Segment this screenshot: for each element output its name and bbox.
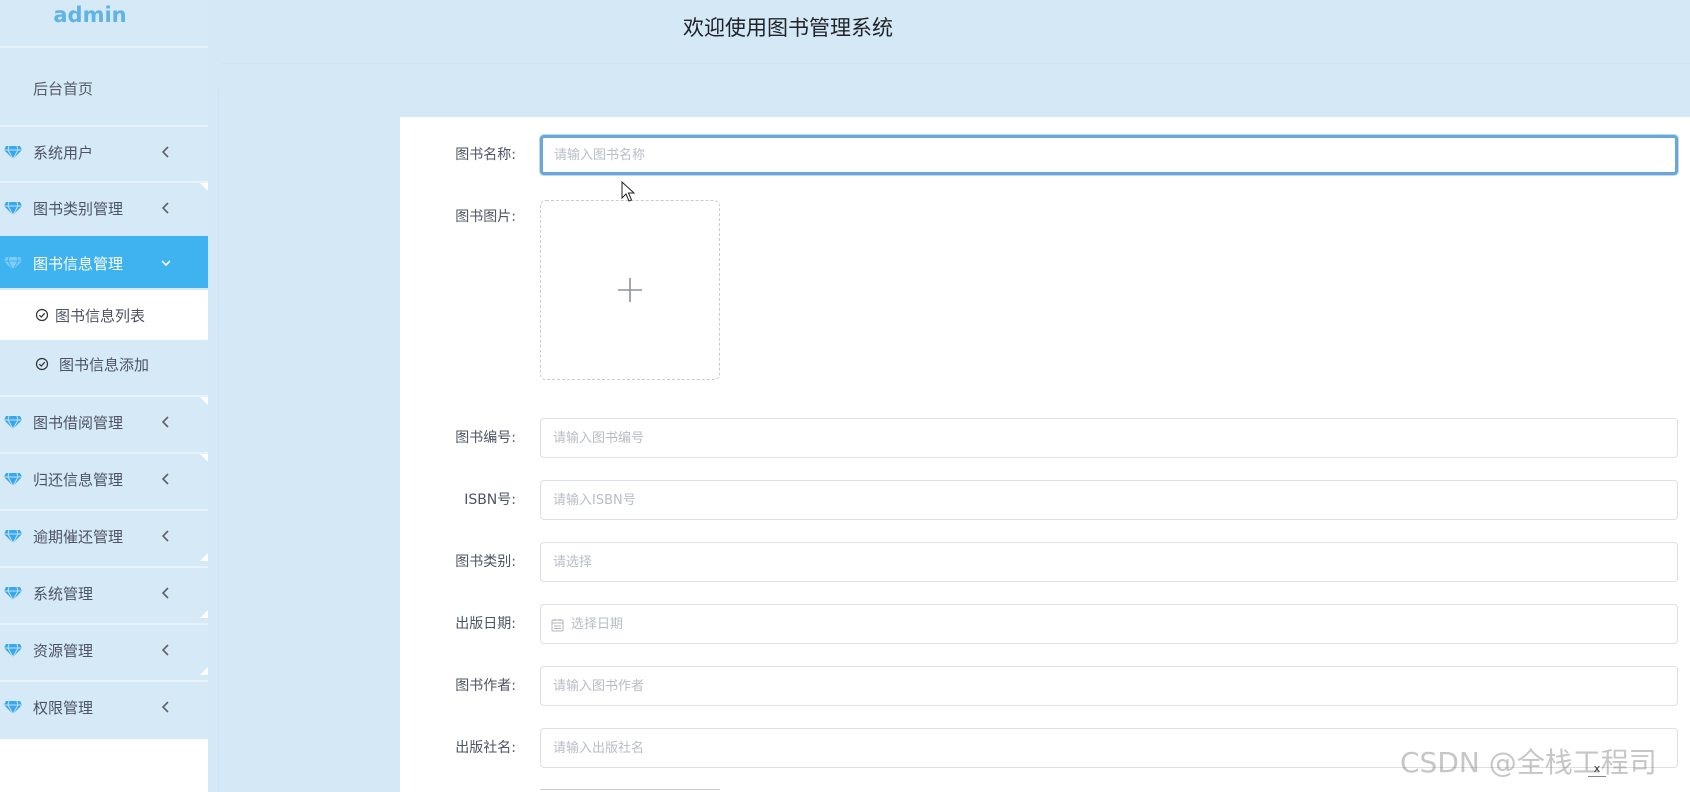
gem-icon [4, 529, 22, 543]
chevron-left-icon [160, 643, 172, 657]
book-name-label: 图书名称: [455, 147, 516, 163]
isbn-input[interactable] [540, 480, 1678, 520]
book-category-select[interactable] [540, 542, 1678, 582]
header-divider [222, 63, 1690, 64]
sidebar-item-label: 系统管理 [33, 584, 94, 603]
sidebar-item-system-users[interactable]: 系统用户 [0, 125, 208, 177]
gem-icon [4, 415, 22, 429]
chevron-left-icon [160, 586, 172, 600]
sidebar-subitem-book-add[interactable]: 图书信息添加 [0, 339, 208, 389]
sidebar-subitem-label: 图书信息添加 [59, 355, 150, 374]
chevron-left-icon [160, 700, 172, 714]
check-circle-icon [35, 357, 49, 371]
form-row-date: 出版日期: [400, 604, 1690, 644]
menu-corner-decoration [200, 183, 208, 191]
sidebar-item-book-category[interactable]: 图书类别管理 [0, 181, 208, 233]
book-author-input[interactable] [540, 666, 1678, 706]
sidebar-item-return[interactable]: 归还信息管理 [0, 452, 208, 504]
sidebar-subitem-label: 图书信息列表 [55, 306, 146, 325]
sidebar-item-book-info[interactable]: 图书信息管理 [0, 236, 208, 288]
gem-icon [4, 201, 22, 215]
menu-corner-decoration [200, 667, 208, 675]
form-row-category: 图书类别: [400, 542, 1690, 582]
sidebar-item-label: 资源管理 [33, 641, 94, 660]
plus-icon [618, 278, 642, 302]
menu-corner-decoration [200, 397, 208, 405]
watermark: CSDN @全栈工程司 [1400, 746, 1657, 779]
mouse-cursor-icon [621, 181, 635, 202]
book-image-label: 图书图片: [455, 209, 516, 225]
publish-date-label: 出版日期: [455, 616, 516, 632]
brand-logo: admin [53, 3, 127, 27]
sidebar-item-label: 逾期催还管理 [33, 527, 124, 546]
gem-icon [4, 256, 22, 270]
chevron-left-icon [160, 145, 172, 159]
sidebar-item-label: 权限管理 [33, 698, 94, 717]
sidebar-item-label: 图书借阅管理 [33, 413, 124, 432]
form-row-author: 图书作者: [400, 666, 1690, 706]
check-circle-icon [35, 308, 49, 322]
gem-icon [4, 145, 22, 159]
book-number-input[interactable] [540, 418, 1678, 458]
form-row-isbn: ISBN号: [400, 480, 1690, 520]
chevron-down-icon [160, 256, 172, 270]
sidebar-item-system-manage[interactable]: 系统管理 [0, 566, 208, 618]
sidebar-subitem-book-list[interactable]: 图书信息列表 [0, 290, 208, 340]
sidebar-item-overdue[interactable]: 逾期催还管理 [0, 509, 208, 561]
chevron-left-icon [160, 529, 172, 543]
book-number-label: 图书编号: [455, 430, 516, 446]
chevron-left-icon [160, 201, 172, 215]
sidebar: admin 后台首页 系统用户 图书类别管理 图书信息管理 图书信息列表 图书信… [0, 0, 208, 792]
publish-date-picker[interactable] [540, 604, 1678, 644]
book-author-label: 图书作者: [455, 678, 516, 694]
sidebar-item-permission[interactable]: 权限管理 [0, 680, 208, 732]
menu-corner-decoration [200, 454, 208, 462]
calendar-icon [551, 617, 564, 632]
sidebar-item-resource[interactable]: 资源管理 [0, 623, 208, 675]
sidebar-item-label: 图书类别管理 [33, 199, 124, 218]
menu-corner-decoration [200, 610, 208, 618]
gem-icon [4, 643, 22, 657]
brand-divider [0, 46, 208, 48]
gem-icon [4, 700, 22, 714]
sidebar-item-borrow[interactable]: 图书借阅管理 [0, 395, 208, 447]
sidebar-menu: admin 后台首页 系统用户 图书类别管理 图书信息管理 图书信息列表 图书信… [0, 0, 208, 739]
page-title: 欢迎使用图书管理系统 [683, 16, 893, 40]
sidebar-item-home[interactable]: 后台首页 [0, 64, 208, 114]
image-upload-box[interactable] [540, 200, 720, 380]
chevron-left-icon [160, 472, 172, 486]
menu-corner-decoration [200, 553, 208, 561]
form-row-number: 图书编号: [400, 418, 1690, 458]
close-mark[interactable]: x [1588, 763, 1606, 777]
gem-icon [4, 586, 22, 600]
gem-icon [4, 472, 22, 486]
content-divider [218, 90, 219, 792]
book-add-form: 图书名称: 图书图片: 图书编号: ISBN号: 图书类别: 出版日期: 图书作… [400, 117, 1690, 792]
book-name-input[interactable] [540, 135, 1678, 175]
isbn-label: ISBN号: [464, 492, 516, 508]
sidebar-item-label: 图书信息管理 [33, 254, 124, 273]
publisher-label: 出版社名: [455, 740, 516, 756]
sidebar-item-label: 归还信息管理 [33, 470, 124, 489]
book-category-label: 图书类别: [455, 554, 516, 570]
sidebar-item-label: 系统用户 [33, 143, 94, 162]
form-row-name: 图书名称: [400, 135, 1690, 175]
chevron-left-icon [160, 415, 172, 429]
